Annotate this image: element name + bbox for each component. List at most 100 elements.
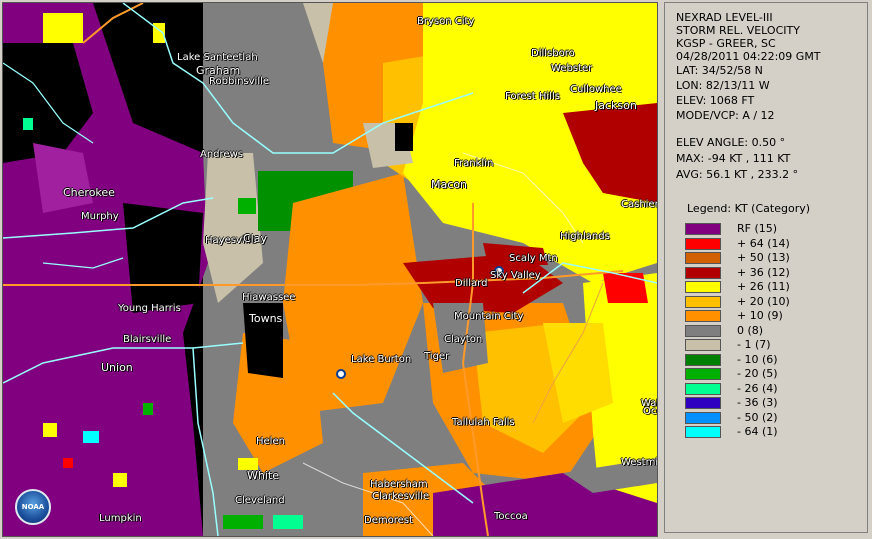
city-label: Lake Burton — [351, 354, 412, 365]
legend-swatch — [685, 237, 721, 250]
city-label: Dillard — [455, 278, 488, 289]
legend-row: + 20 (10) — [685, 294, 865, 309]
noaa-logo-text: NOAA — [21, 503, 45, 511]
city-label: Demorest — [364, 515, 413, 526]
city-label: Bryson City — [417, 16, 475, 27]
legend-row: - 64 (1) — [685, 426, 865, 439]
legend-swatch — [685, 382, 721, 395]
legend-swatch — [685, 223, 721, 235]
city-label: Helen — [256, 436, 285, 447]
radar-map[interactable]: Bryson City Dillsboro Webster Lake Sante… — [2, 2, 658, 537]
legend-swatch — [685, 411, 721, 424]
city-label: Webster — [551, 63, 593, 74]
legend-row: - 26 (4) — [685, 381, 865, 396]
legend-label: + 10 (9) — [737, 309, 783, 322]
legend-row: 0 (8) — [685, 323, 865, 338]
city-label: Andrews — [200, 149, 243, 160]
city-label: Tallulah Falls — [452, 417, 515, 428]
legend-row: - 20 (5) — [685, 368, 865, 381]
legend-label: + 64 (14) — [737, 236, 790, 250]
city-label: Oco — [643, 406, 657, 417]
station: KGSP - GREER, SC — [676, 37, 776, 50]
city-label: Jackson — [595, 99, 637, 112]
legend-label: + 36 (12) — [737, 265, 790, 279]
city-label: Murphy — [81, 211, 119, 222]
legend-swatch — [685, 368, 721, 380]
mode-vcp: MODE/VCP: A / 12 — [676, 109, 775, 122]
legend-row: + 64 (14) — [685, 236, 865, 251]
city-label: Toccoa — [494, 511, 528, 522]
legend-swatch — [685, 252, 721, 264]
max-velocity: MAX: -94 KT , 111 KT — [676, 152, 791, 165]
legend-swatch — [685, 324, 721, 337]
city-label: Clayton — [444, 334, 483, 345]
legend-swatch — [685, 339, 721, 351]
legend-row: + 26 (11) — [685, 281, 865, 294]
city-label: Forest Hills — [505, 91, 560, 102]
legend-swatch — [685, 426, 721, 438]
city-label: Union — [101, 361, 133, 374]
noaa-logo: NOAA — [15, 489, 51, 525]
legend-row: RF (15) — [685, 223, 865, 236]
city-label: Blairsville — [123, 334, 172, 345]
legend-swatch — [685, 353, 721, 366]
city-label: Mountain City — [454, 311, 524, 322]
legend-row: - 1 (7) — [685, 339, 865, 352]
product-name: STORM REL. VELOCITY — [676, 24, 800, 37]
legend-row: - 50 (2) — [685, 410, 865, 425]
city-label: Highlands — [560, 231, 610, 242]
legend-label: RF (15) — [737, 222, 778, 235]
city-label: Hiawassee — [242, 292, 296, 303]
city-label: Tiger — [424, 351, 450, 362]
legend-label: - 1 (7) — [737, 338, 771, 351]
city-label: Graham — [196, 64, 241, 77]
velocity-field — [3, 3, 657, 536]
legend-label: - 64 (1) — [737, 425, 778, 438]
city-label: Cashiers — [621, 199, 657, 210]
legend-title: Legend: KT (Category) — [687, 202, 811, 215]
city-label: Lumpkin — [99, 513, 142, 524]
city-label: Scaly Mtn — [509, 253, 558, 264]
city-label: Cullowhee — [570, 84, 622, 95]
legend-row: - 10 (6) — [685, 352, 865, 367]
info-panel: NEXRAD LEVEL-III STORM REL. VELOCITY KGS… — [664, 2, 868, 533]
city-label: Franklin — [454, 158, 494, 169]
city-label: White — [247, 469, 279, 482]
legend-row: + 50 (13) — [685, 252, 865, 265]
product-title: NEXRAD LEVEL-III — [676, 11, 773, 24]
legend-label: 0 (8) — [737, 323, 764, 337]
city-label: Macon — [431, 178, 467, 191]
legend-label: - 26 (4) — [737, 381, 778, 395]
legend-label: - 50 (2) — [737, 410, 778, 424]
city-label: Dillsboro — [531, 48, 575, 59]
legend-label: + 26 (11) — [737, 280, 790, 293]
city-label: Robbinsville — [209, 76, 270, 87]
legend-row: + 36 (12) — [685, 265, 865, 280]
legend-label: - 20 (5) — [737, 367, 778, 380]
legend-swatch — [685, 266, 721, 279]
legend-swatch — [685, 295, 721, 308]
legend-swatch — [685, 281, 721, 293]
longitude: LON: 82/13/11 W — [676, 79, 770, 92]
legend-row: + 10 (9) — [685, 310, 865, 323]
legend-swatch — [685, 397, 721, 409]
legend-label: + 20 (10) — [737, 294, 790, 308]
datetime: 04/28/2011 04:22:09 GMT — [676, 50, 821, 63]
city-label: Clarkesville — [372, 491, 430, 502]
legend-swatch — [685, 310, 721, 322]
legend-row: - 36 (3) — [685, 397, 865, 410]
city-label: Clay — [243, 232, 267, 245]
city-label: Cherokee — [63, 186, 115, 199]
city-label: Westmi — [621, 457, 658, 468]
legend-label: - 10 (6) — [737, 352, 778, 366]
elev-angle: ELEV ANGLE: 0.50 ° — [676, 136, 786, 149]
avg-velocity: AVG: 56.1 KT , 233.2 ° — [676, 168, 799, 181]
city-label: Towns — [249, 312, 283, 325]
city-label: Young Harris — [118, 303, 181, 314]
elevation: ELEV: 1068 FT — [676, 94, 755, 107]
legend-label: - 36 (3) — [737, 396, 778, 409]
city-label: Cleveland — [235, 495, 285, 506]
city-label: Lake Santeetlah — [177, 52, 258, 63]
latitude: LAT: 34/52/58 N — [676, 64, 763, 77]
legend-label: + 50 (13) — [737, 251, 790, 264]
